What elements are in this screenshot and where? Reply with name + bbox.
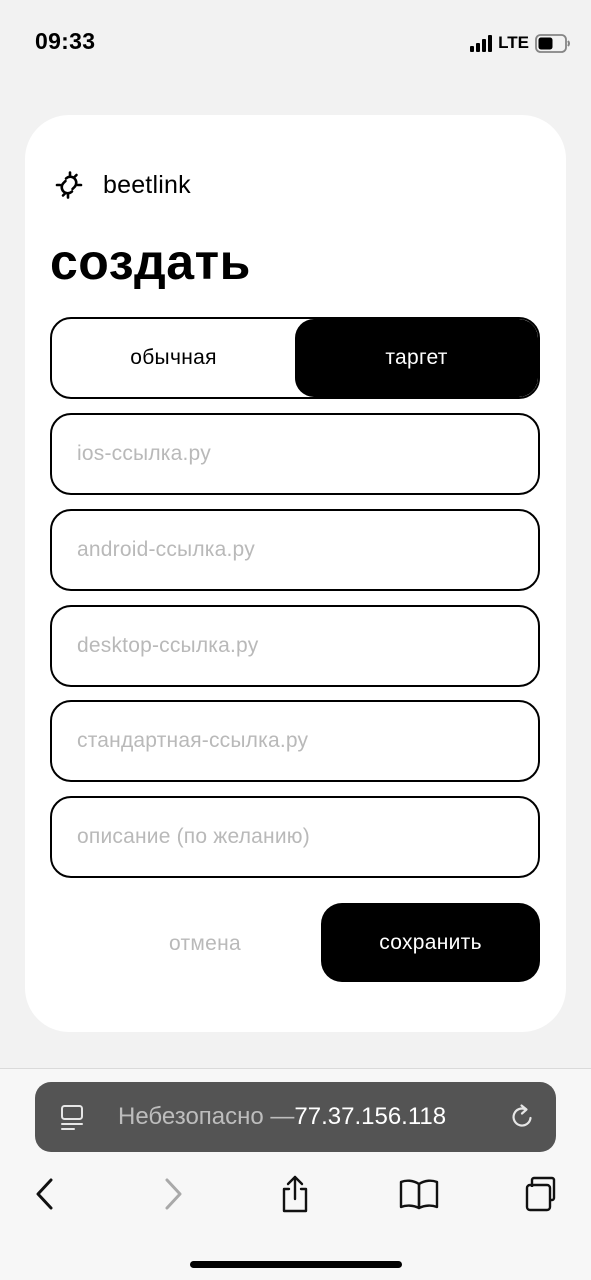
status-bar: 09:33 LTE <box>0 0 591 86</box>
standard-link-input[interactable] <box>52 702 538 780</box>
desktop-link-field <box>50 605 540 687</box>
status-time: 09:33 <box>35 28 96 54</box>
network-type: LTE <box>498 33 529 52</box>
beetle-link-icon <box>55 171 83 199</box>
address-host: 77.37.156.118 <box>294 1103 447 1130</box>
reader-icon[interactable] <box>60 1104 86 1132</box>
tabs-button[interactable] <box>518 1169 568 1219</box>
bookmarks-button[interactable] <box>394 1169 444 1219</box>
description-field <box>50 796 540 878</box>
back-button[interactable] <box>20 1169 70 1219</box>
share-button[interactable] <box>270 1169 320 1219</box>
ios-link-input[interactable] <box>52 415 538 493</box>
brand-name: beetlink <box>103 170 191 199</box>
reload-icon[interactable] <box>508 1103 536 1131</box>
address-text: Небезопасно — 77.37.156.118 <box>118 1082 446 1152</box>
toggle-option-regular[interactable]: обычная <box>52 319 295 397</box>
bookmarks-icon <box>399 1179 439 1210</box>
browser-toolbar: Небезопасно — 77.37.156.118 <box>0 1068 591 1280</box>
signal-icon <box>470 34 493 52</box>
save-button[interactable]: сохранить <box>321 903 540 982</box>
ios-link-field <box>50 413 540 495</box>
cancel-button[interactable]: отмена <box>105 905 305 983</box>
description-input[interactable] <box>52 798 538 876</box>
forward-button[interactable] <box>148 1169 198 1219</box>
back-icon <box>36 1178 53 1210</box>
standard-link-field <box>50 700 540 782</box>
address-bar[interactable]: Небезопасно — 77.37.156.118 <box>35 1082 556 1152</box>
security-label: Небезопасно — <box>118 1103 295 1130</box>
share-icon <box>282 1175 308 1213</box>
forward-icon <box>165 1178 182 1210</box>
status-indicators: LTE <box>470 31 571 55</box>
android-link-input[interactable] <box>52 511 538 589</box>
create-link-card: beetlink создать обычная таргет отмена с… <box>25 115 566 1032</box>
android-link-field <box>50 509 540 591</box>
desktop-link-input[interactable] <box>52 607 538 685</box>
brand: beetlink <box>53 168 191 202</box>
screen: 09:33 LTE beetlink создать обычная тарге… <box>0 0 591 1280</box>
tabs-icon <box>525 1176 556 1212</box>
browser-nav <box>0 1169 591 1219</box>
page-title: создать <box>50 234 251 290</box>
link-type-toggle: обычная таргет <box>50 317 540 399</box>
battery-icon <box>535 33 570 53</box>
home-indicator <box>190 1261 402 1268</box>
toggle-option-target[interactable]: таргет <box>295 319 538 397</box>
